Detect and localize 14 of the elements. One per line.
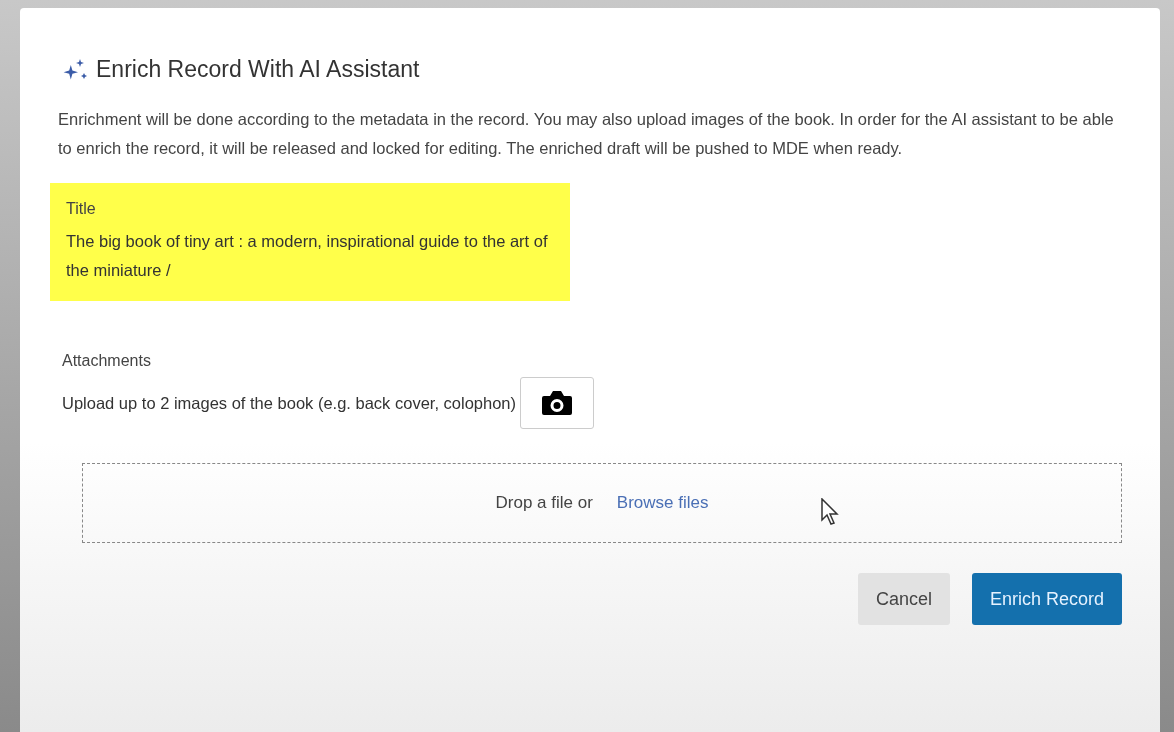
dialog-title: Enrich Record With AI Assistant <box>96 56 420 83</box>
drop-text: Drop a file or <box>495 493 593 513</box>
description-text: Enrichment will be done according to the metadata in the record. You may also upload images of the book. In order for the AI assistant to be able to enrich the record, it will be released and locked for editing. The enriched draft will be pushed to MDE when ready. <box>58 109 1115 159</box>
cursor-icon <box>821 498 841 526</box>
camera-icon <box>541 390 574 416</box>
cancel-button[interactable]: Cancel <box>857 573 950 625</box>
field-value: The big book of tiny art : a modern, inspirational guide to the art of the miniature / <box>66 231 549 281</box>
browse-files-link[interactable]: Browse files <box>616 493 709 513</box>
camera-button[interactable] <box>520 377 595 429</box>
drop-zone[interactable]: Drop a file or Browse files <box>82 463 1122 543</box>
section-label: Attachments <box>62 351 152 371</box>
enrich-record-button[interactable]: Enrich Record <box>971 573 1122 625</box>
field-label: Title <box>66 199 97 219</box>
upload-hint: Upload up to 2 images of the book (e.g. back cover, colophon) <box>62 392 517 414</box>
